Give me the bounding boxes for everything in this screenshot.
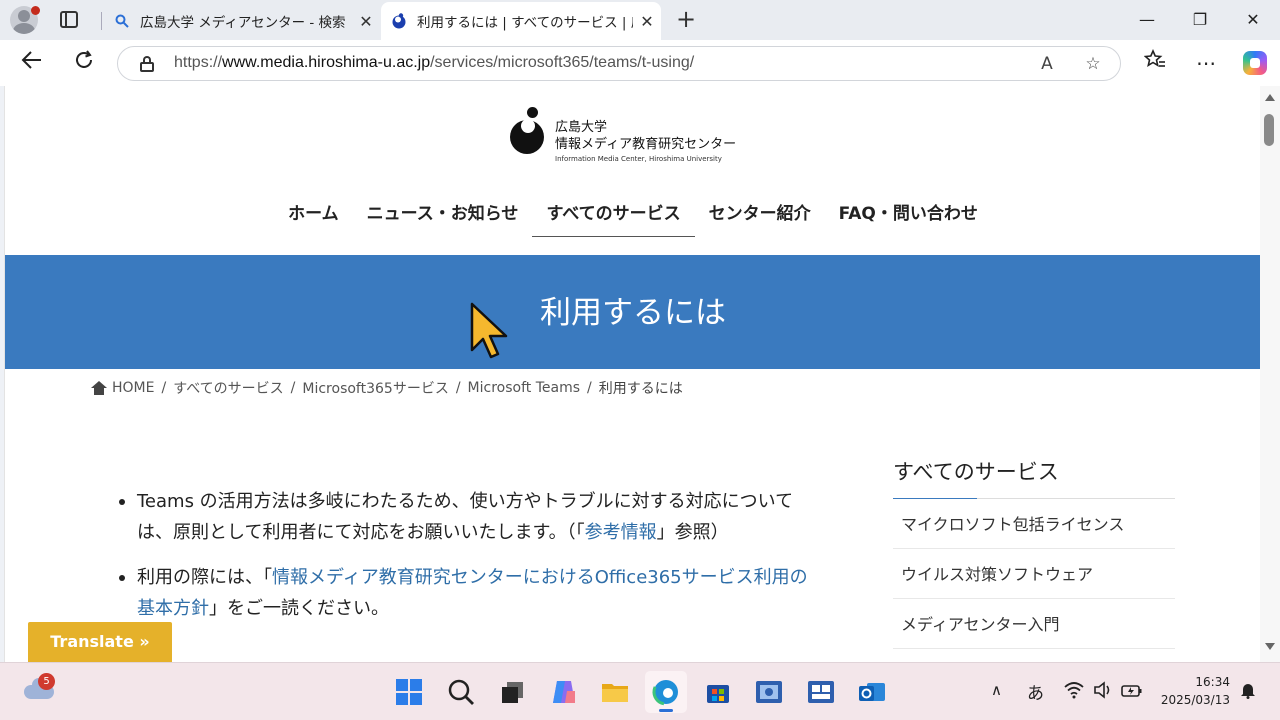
system-clock[interactable]: 16:34 2025/03/13 <box>1158 673 1230 709</box>
new-tab-icon[interactable]: + <box>674 6 698 34</box>
read-aloud-icon[interactable]: A <box>1035 52 1059 76</box>
speaker-icon[interactable] <box>1093 681 1113 703</box>
app-icon-1[interactable] <box>754 677 784 707</box>
scroll-down-icon[interactable] <box>1265 643 1275 650</box>
mouse-cursor-icon <box>470 302 510 360</box>
wifi-icon[interactable] <box>1064 681 1084 703</box>
clock-time: 16:34 <box>1158 673 1230 691</box>
search-taskbar-icon[interactable] <box>446 677 476 707</box>
search-icon <box>114 13 130 29</box>
page-scrollbar[interactable] <box>1260 86 1280 662</box>
nav-about[interactable]: センター紹介 <box>695 196 825 230</box>
page-title: 利用するには <box>5 287 1260 332</box>
store-icon[interactable] <box>703 677 733 707</box>
copilot-taskbar-icon[interactable] <box>549 677 579 707</box>
profile-status-dot <box>31 6 40 15</box>
taskbar: 5 ∧ あ 16:34 2025/03/13 <box>0 662 1280 720</box>
browser-toolbar: https://www.media.hiroshima-u.ac.jp/serv… <box>0 40 1280 86</box>
breadcrumb-home[interactable]: HOME <box>112 380 154 396</box>
favorite-star-icon[interactable]: ☆ <box>1081 52 1105 76</box>
more-menu-icon[interactable]: ⋯ <box>1192 49 1220 77</box>
nav-home[interactable]: ホーム <box>274 196 353 230</box>
reference-link[interactable]: 参考情報 <box>585 522 657 543</box>
restore-icon[interactable]: ❐ <box>1188 8 1212 32</box>
minimize-icon[interactable]: — <box>1135 8 1159 32</box>
breadcrumb-item[interactable]: Microsoft Teams <box>468 380 580 396</box>
breadcrumb-separator: / <box>456 380 461 396</box>
sidebar-title: すべてのサービス <box>893 456 1175 499</box>
close-tab-icon[interactable]: ✕ <box>633 12 661 31</box>
breadcrumb: HOME / すべてのサービス / Microsoft365サービス / Mic… <box>91 378 683 398</box>
address-bar[interactable]: https://www.media.hiroshima-u.ac.jp/serv… <box>117 46 1121 81</box>
nav-faq[interactable]: FAQ・問い合わせ <box>825 196 992 230</box>
lock-icon[interactable] <box>140 56 154 72</box>
list-item: 利用の際には、「情報メディア教育研究センターにおけるOffice365サービス利… <box>115 562 815 624</box>
breadcrumb-current: 利用するには <box>599 378 683 398</box>
logo-line3: Information Media Center, Hiroshima Univ… <box>555 155 722 163</box>
list-item: Teams の活用方法は多岐にわたるため、使い方やトラブルに対する対応については… <box>115 486 815 548</box>
tab-title: 広島大学 メディアセンター - 検索 <box>140 11 352 31</box>
refresh-icon[interactable] <box>70 49 98 77</box>
tab-search[interactable]: 広島大学 メディアセンター - 検索 ✕ <box>104 2 380 40</box>
sidebar-item[interactable]: メディアセンター入門 <box>893 599 1175 649</box>
sidebar: すべてのサービス マイクロソフト包括ライセンス ウイルス対策ソフトウェア メディ… <box>893 456 1175 649</box>
breadcrumb-separator: / <box>161 380 166 396</box>
logo-line2: 情報メディア教育研究センター <box>555 133 736 152</box>
page-viewport: 広島大学 情報メディア教育研究センター Information Media Ce… <box>4 86 1260 662</box>
breadcrumb-separator: / <box>291 380 296 396</box>
main-content: Teams の活用方法は多岐にわたるため、使い方やトラブルに対する対応については… <box>115 486 815 638</box>
scroll-thumb[interactable] <box>1264 114 1274 146</box>
translate-button[interactable]: Translate » <box>28 622 172 662</box>
breadcrumb-separator: / <box>587 380 592 396</box>
favorites-icon[interactable] <box>1141 49 1169 77</box>
app-icon-2[interactable] <box>806 677 836 707</box>
site-favicon-icon <box>391 13 407 29</box>
file-explorer-icon[interactable] <box>600 677 630 707</box>
tab-title: 利用するには | すべてのサービス | 広島大学 <box>417 11 633 31</box>
edge-icon[interactable] <box>651 677 681 707</box>
close-tab-icon[interactable]: ✕ <box>352 12 380 31</box>
page-hero: 利用するには <box>5 255 1260 369</box>
battery-icon[interactable] <box>1121 681 1143 703</box>
task-view-icon[interactable] <box>498 677 528 707</box>
copilot-icon[interactable] <box>1243 51 1267 75</box>
close-window-icon[interactable]: ✕ <box>1241 8 1265 32</box>
url-text[interactable]: https://www.media.hiroshima-u.ac.jp/serv… <box>174 54 694 72</box>
nav-services[interactable]: すべてのサービス <box>532 196 694 230</box>
breadcrumb-item[interactable]: すべてのサービス <box>173 378 283 398</box>
tab-separator <box>101 12 102 30</box>
tab-actions-icon[interactable] <box>60 11 78 28</box>
back-arrow-icon[interactable] <box>18 49 46 77</box>
sidebar-item[interactable]: マイクロソフト包括ライセンス <box>893 499 1175 549</box>
outlook-icon[interactable] <box>857 677 887 707</box>
tray-chevron-up-icon[interactable]: ∧ <box>991 681 1002 699</box>
global-nav: ホーム ニュース・お知らせ すべてのサービス センター紹介 FAQ・問い合わせ <box>5 196 1260 230</box>
site-logo[interactable]: 広島大学 情報メディア教育研究センター Information Media Ce… <box>508 110 768 170</box>
breadcrumb-item[interactable]: Microsoft365サービス <box>302 378 448 398</box>
tab-strip: 広島大学 メディアセンター - 検索 ✕ 利用するには | すべてのサービス |… <box>0 0 1280 40</box>
logo-mark-icon <box>510 120 544 154</box>
weather-badge: 5 <box>38 673 55 690</box>
notification-bell-icon[interactable] <box>1239 681 1257 703</box>
start-icon[interactable] <box>394 677 424 707</box>
tab-active[interactable]: 利用するには | すべてのサービス | 広島大学 ✕ <box>381 2 661 40</box>
nav-news[interactable]: ニュース・お知らせ <box>353 196 533 230</box>
sidebar-item[interactable]: ウイルス対策ソフトウェア <box>893 549 1175 599</box>
clock-date: 2025/03/13 <box>1158 691 1230 709</box>
scroll-up-icon[interactable] <box>1265 94 1275 101</box>
home-icon <box>91 381 107 395</box>
ime-indicator[interactable]: あ <box>1027 679 1044 704</box>
